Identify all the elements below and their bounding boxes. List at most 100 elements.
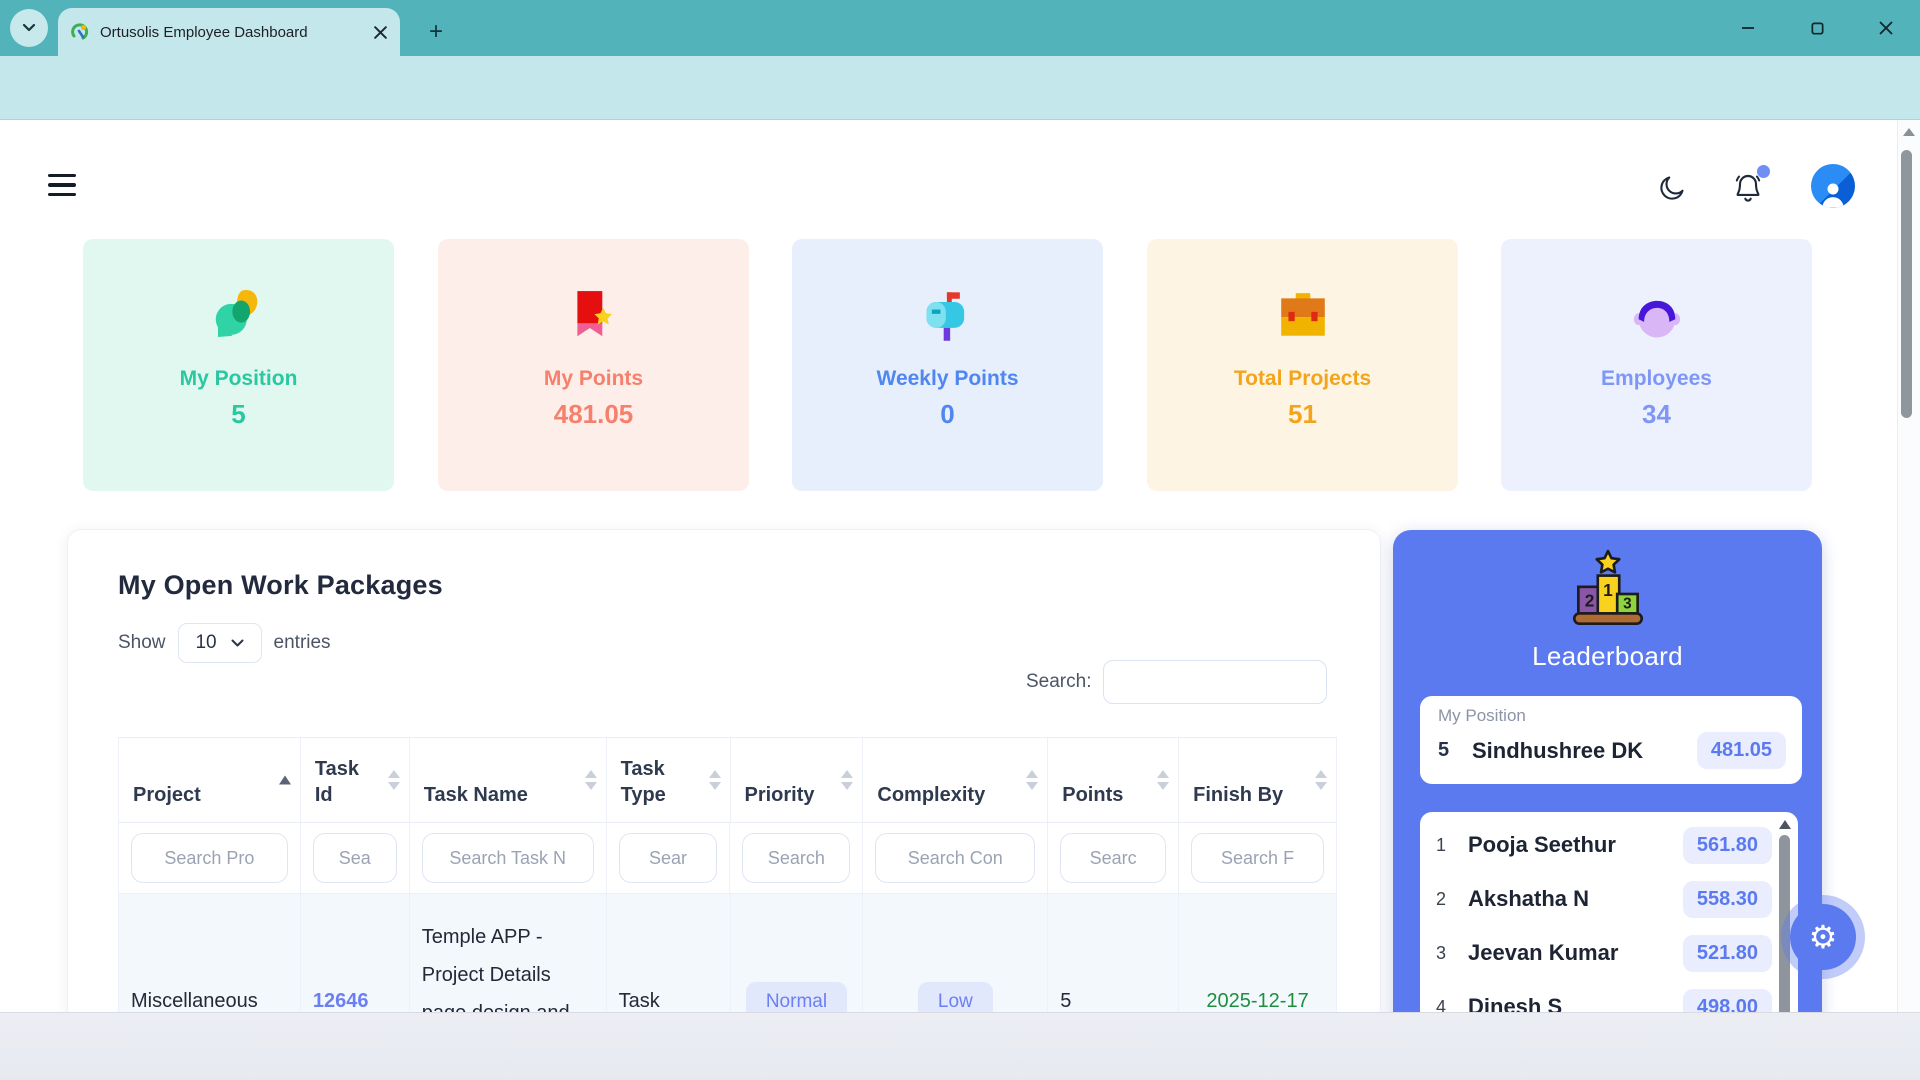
filter-points-input[interactable] bbox=[1060, 833, 1167, 883]
close-icon bbox=[1879, 21, 1893, 35]
scrollbar-thumb[interactable] bbox=[1779, 835, 1790, 1035]
stat-card-my-position: My Position 5 bbox=[83, 239, 394, 491]
sidebar-toggle-button[interactable] bbox=[48, 174, 76, 196]
stat-card-total-projects: Total Projects 51 bbox=[1147, 239, 1458, 491]
my-rank: 5 bbox=[1438, 739, 1450, 761]
tab-close-icon[interactable] bbox=[373, 25, 388, 40]
table-search-control: Search: bbox=[1026, 660, 1328, 704]
stat-label: My Points bbox=[543, 367, 644, 390]
filter-task-id-input[interactable] bbox=[312, 833, 397, 883]
filter-project-input[interactable] bbox=[131, 833, 288, 883]
scroll-up-arrow[interactable] bbox=[1779, 820, 1791, 829]
chevron-down-icon bbox=[22, 23, 36, 32]
points-badge: 558.30 bbox=[1682, 880, 1772, 918]
stat-value: 0 bbox=[940, 399, 955, 429]
tab-favicon bbox=[71, 23, 89, 40]
show-label: Show bbox=[118, 632, 166, 653]
column-header-points[interactable]: Points bbox=[1048, 738, 1180, 822]
podium-number-2: 2 bbox=[1584, 590, 1594, 610]
filter-priority-input[interactable] bbox=[742, 833, 851, 883]
settings-fab-button[interactable]: ⚙ bbox=[1790, 904, 1856, 970]
stat-label: My Position bbox=[179, 367, 298, 390]
minimize-icon bbox=[1742, 27, 1754, 29]
scrollbar-thumb[interactable] bbox=[1901, 150, 1912, 418]
stat-label: Employees bbox=[1601, 367, 1712, 390]
filter-finish-by-input[interactable] bbox=[1191, 833, 1324, 883]
sort-icons bbox=[387, 770, 400, 790]
my-position-card: My Position 5 Sindhushree DK 481.05 bbox=[1420, 696, 1802, 784]
browser-titlebar: Ortusolis Employee Dashboard + bbox=[0, 0, 1920, 56]
moon-icon bbox=[1660, 176, 1684, 200]
user-avatar[interactable] bbox=[1811, 164, 1855, 208]
stat-label: Weekly Points bbox=[876, 367, 1019, 390]
page-size-control: Show 10 entries bbox=[118, 622, 331, 664]
window-maximize-button[interactable] bbox=[1803, 14, 1831, 42]
table-search-input[interactable] bbox=[1103, 660, 1328, 704]
column-header-project[interactable]: Project bbox=[119, 738, 301, 822]
chevron-down-icon bbox=[231, 639, 244, 646]
browser-toolbar: employee.ortusolis.in/Dashboard/main/ind… bbox=[0, 56, 1920, 168]
gear-icon: ⚙ bbox=[1808, 919, 1838, 955]
sort-icons bbox=[584, 770, 597, 790]
dark-mode-toggle[interactable] bbox=[1652, 168, 1692, 208]
sort-icons bbox=[1026, 770, 1039, 790]
leaderboard-entry: 1 Pooja Seethur 561.80 bbox=[1436, 818, 1772, 872]
column-header-task-type[interactable]: Task Type bbox=[607, 738, 731, 822]
entries-label: entries bbox=[273, 632, 331, 653]
tab-title: Ortusolis Employee Dashboard bbox=[100, 23, 308, 41]
stat-value: 34 bbox=[1642, 399, 1671, 429]
my-position-label: My Position bbox=[1438, 706, 1526, 725]
stat-value: 481.05 bbox=[553, 399, 634, 429]
table-header-row: Project Task Id Task Name Task Type Prio… bbox=[118, 737, 1338, 823]
sort-asc-icon bbox=[278, 775, 291, 785]
page-size-value: 10 bbox=[195, 632, 217, 653]
my-name: Sindhushree DK bbox=[1472, 737, 1644, 763]
maximize-icon bbox=[1811, 22, 1823, 34]
points-badge: 521.80 bbox=[1682, 934, 1772, 972]
column-header-complexity[interactable]: Complexity bbox=[863, 738, 1049, 822]
points-badge: 561.80 bbox=[1682, 826, 1772, 864]
stat-card-my-points: My Points 481.05 bbox=[438, 239, 749, 491]
page-size-select[interactable]: 10 bbox=[177, 623, 262, 663]
filter-task-name-input[interactable] bbox=[421, 833, 594, 883]
sort-icons bbox=[1157, 770, 1170, 790]
stat-card-weekly-points: Weekly Points 0 bbox=[792, 239, 1103, 491]
window-close-button[interactable] bbox=[1872, 14, 1900, 42]
column-header-task-name[interactable]: Task Name bbox=[410, 738, 607, 822]
tab-search-button[interactable] bbox=[10, 9, 48, 47]
my-points-badge: 481.05 bbox=[1696, 732, 1786, 769]
filter-task-type-input[interactable] bbox=[618, 833, 718, 883]
column-header-task-id[interactable]: Task Id bbox=[301, 738, 410, 822]
window-minimize-button[interactable] bbox=[1734, 14, 1762, 42]
work-packages-title: My Open Work Packages bbox=[118, 570, 443, 600]
sort-icons bbox=[708, 770, 721, 790]
stat-label: Total Projects bbox=[1233, 367, 1372, 390]
scrollbar-up-arrow[interactable] bbox=[1903, 128, 1915, 136]
podium-number-1: 1 bbox=[1603, 580, 1613, 600]
windows-taskbar: 1 24°C Sunny Search bbox=[0, 1012, 1920, 1080]
stat-value: 51 bbox=[1288, 399, 1317, 429]
table-filter-row bbox=[118, 823, 1337, 894]
mailbox-icon bbox=[792, 273, 1103, 359]
column-header-finish-by[interactable]: Finish By bbox=[1179, 738, 1338, 822]
leaderboard-entry: 2 Akshatha N 558.30 bbox=[1436, 872, 1772, 926]
stat-card-employees: Employees 34 bbox=[1501, 239, 1812, 491]
ribbon-star-icon bbox=[438, 273, 749, 359]
notification-badge-dot bbox=[1757, 165, 1770, 178]
sort-icons bbox=[1315, 770, 1328, 790]
leaderboard-panel: 2 1 3 Leaderboard My Position 5 Sindhush… bbox=[1393, 530, 1822, 1070]
leaderboard-title: Leaderboard bbox=[1532, 641, 1683, 671]
search-label: Search: bbox=[1026, 671, 1092, 692]
chat-leaf-icon bbox=[83, 273, 394, 359]
person-face-icon bbox=[1501, 273, 1812, 359]
new-tab-button[interactable]: + bbox=[422, 18, 450, 46]
sort-icons bbox=[841, 770, 854, 790]
filter-complexity-input[interactable] bbox=[875, 833, 1036, 883]
podium-icon: 2 1 3 bbox=[1393, 548, 1822, 640]
column-header-priority[interactable]: Priority bbox=[731, 738, 864, 822]
leaderboard-entry: 3 Jeevan Kumar 521.80 bbox=[1436, 926, 1772, 980]
briefcase-icon bbox=[1147, 273, 1458, 359]
podium-number-3: 3 bbox=[1623, 595, 1632, 612]
browser-tab[interactable]: Ortusolis Employee Dashboard bbox=[58, 8, 400, 56]
stat-value: 5 bbox=[231, 399, 246, 429]
